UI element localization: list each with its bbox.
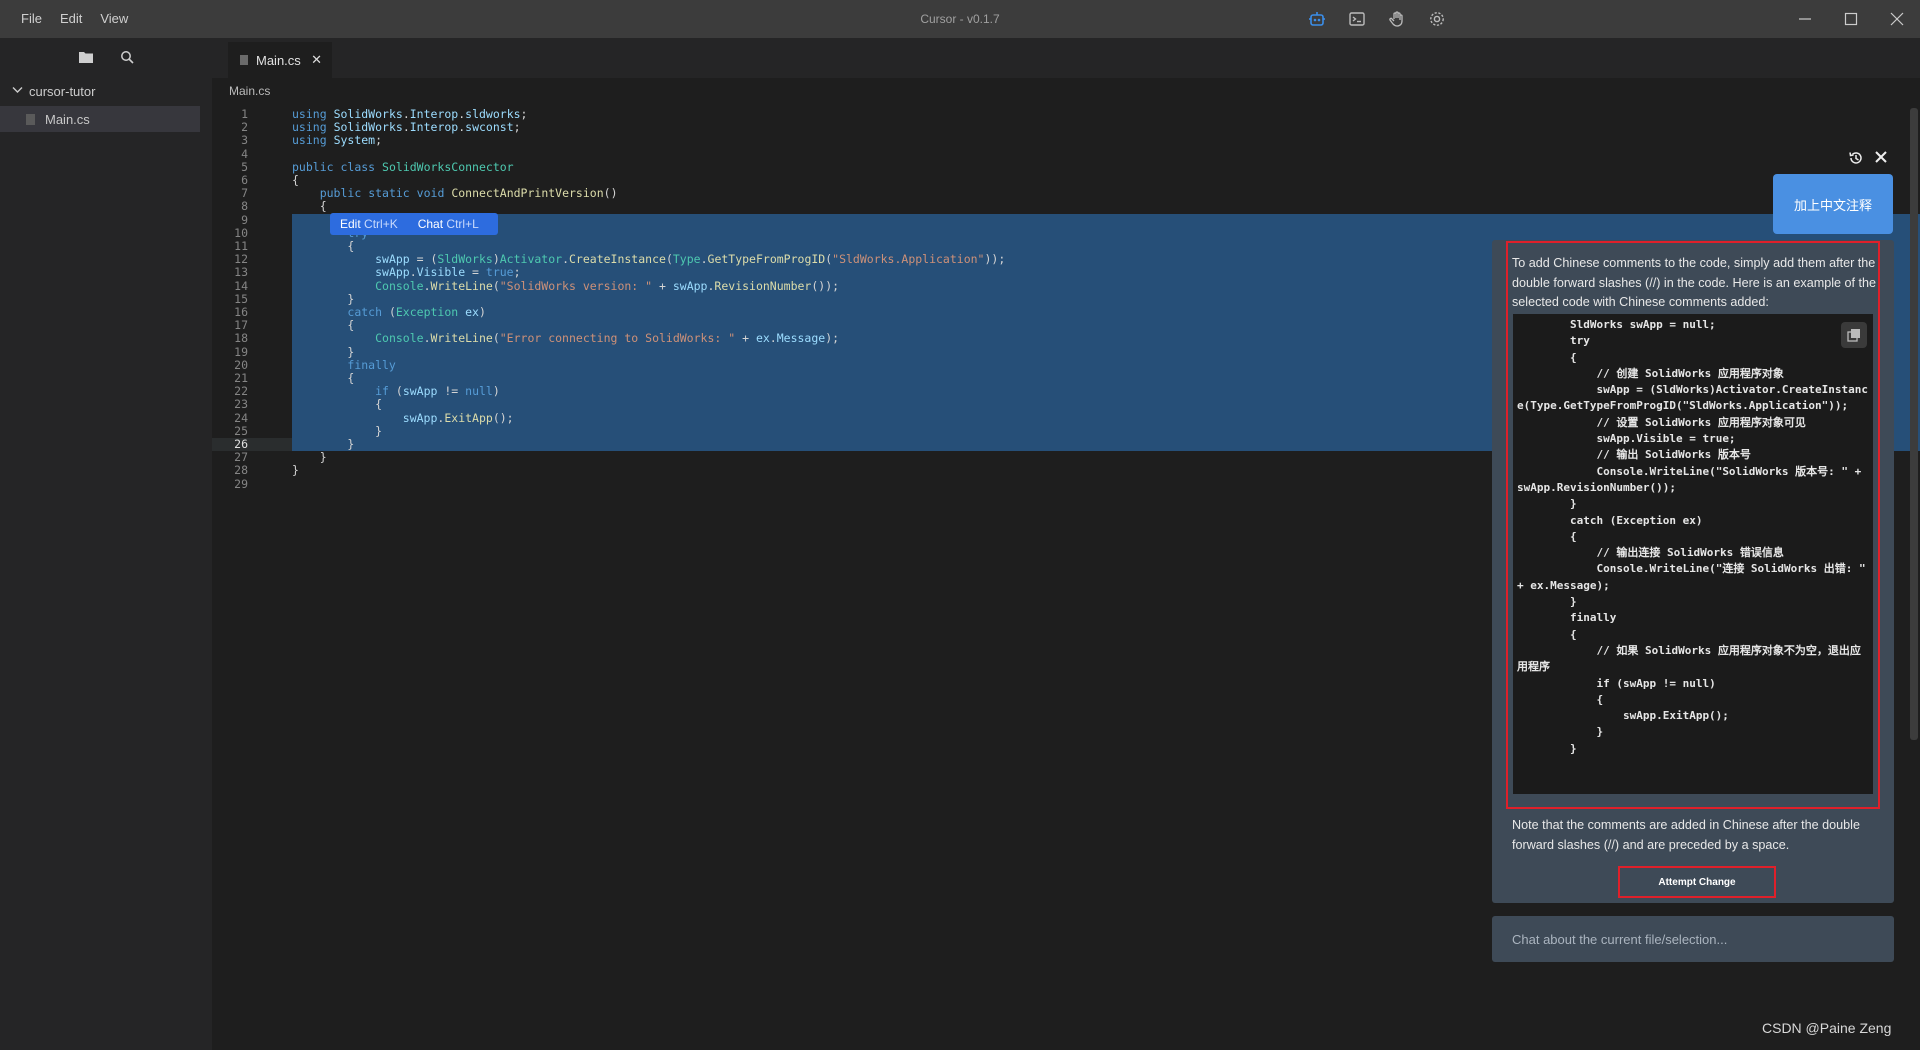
code-line[interactable]: 2 using SolidWorks.Interop.swconst; bbox=[212, 120, 1912, 134]
code-text: { bbox=[292, 199, 327, 214]
line-number: 3 bbox=[241, 133, 248, 148]
line-number: 19 bbox=[234, 344, 248, 359]
code-text: swApp.ExitApp(); bbox=[402, 410, 514, 425]
close-chat-icon[interactable] bbox=[1874, 150, 1888, 169]
response-code-block: SldWorks swApp = null; try { // 创建 Solid… bbox=[1513, 314, 1873, 794]
maximize-icon[interactable] bbox=[1828, 0, 1874, 38]
window-controls bbox=[1782, 0, 1920, 38]
chevron-down-icon bbox=[12, 85, 23, 97]
file-label: Main.cs bbox=[45, 111, 90, 127]
terminal-icon[interactable] bbox=[1344, 6, 1370, 32]
toolbar-icons bbox=[1304, 0, 1450, 38]
response-intro: To add Chinese comments to the code, sim… bbox=[1512, 256, 1877, 309]
line-number: 9 bbox=[241, 212, 248, 227]
line-number: 13 bbox=[234, 265, 248, 280]
response-note: Note that the comments are added in Chin… bbox=[1512, 818, 1860, 852]
menu-file[interactable]: File bbox=[12, 0, 51, 38]
folder-icon[interactable] bbox=[78, 50, 94, 67]
code-line[interactable]: 7 public static void ConnectAndPrintVers… bbox=[212, 186, 1912, 201]
attempt-change-button[interactable]: Attempt Change bbox=[1618, 866, 1776, 898]
line-number: 29 bbox=[234, 476, 248, 491]
file-icon bbox=[240, 55, 248, 65]
file-icon bbox=[26, 113, 35, 125]
folder-label: cursor-tutor bbox=[29, 83, 96, 99]
code-text: public class SolidWorksConnector bbox=[292, 159, 514, 174]
folder-cursor-tutor[interactable]: cursor-tutor bbox=[0, 80, 212, 102]
window-title: Cursor - v0.1.7 bbox=[920, 12, 1000, 26]
chat-header bbox=[1848, 150, 1888, 169]
tab-label: Main.cs bbox=[256, 52, 301, 68]
line-number: 8 bbox=[241, 199, 248, 214]
menu-bar: File Edit View bbox=[0, 0, 137, 38]
copy-icon[interactable] bbox=[1841, 322, 1867, 348]
menu-edit[interactable]: Edit bbox=[51, 0, 91, 38]
code-text: { bbox=[292, 397, 383, 412]
gear-icon[interactable] bbox=[1424, 6, 1450, 32]
response-code: SldWorks swApp = null; try { // 创建 Solid… bbox=[1517, 318, 1869, 755]
user-message: 加上中文注释 bbox=[1773, 174, 1893, 234]
line-number: 4 bbox=[241, 146, 248, 161]
search-icon[interactable] bbox=[120, 50, 134, 67]
chat-input[interactable] bbox=[1492, 916, 1894, 962]
code-line[interactable]: 8 { bbox=[212, 200, 1912, 213]
line-number: 18 bbox=[234, 331, 248, 346]
inline-chat-button[interactable]: Chat Ctrl+L bbox=[408, 217, 489, 231]
editor-scrollbar[interactable] bbox=[1910, 108, 1918, 740]
line-number: 14 bbox=[234, 278, 248, 293]
title-bar: File Edit View Cursor - v0.1.7 bbox=[0, 0, 1920, 38]
code-line[interactable]: 3 using System; bbox=[212, 134, 1912, 147]
code-text: Console.WriteLine("SolidWorks version: "… bbox=[375, 278, 840, 293]
tab-close-icon[interactable]: ✕ bbox=[311, 52, 322, 68]
code-text: } bbox=[292, 344, 355, 359]
code-text: using System; bbox=[292, 133, 383, 148]
code-text: public static void ConnectAndPrintVersio… bbox=[319, 186, 618, 201]
breadcrumb[interactable]: Main.cs bbox=[229, 84, 270, 98]
watermark: CSDN @Paine Zeng bbox=[1762, 1020, 1892, 1036]
minimize-icon[interactable] bbox=[1782, 0, 1828, 38]
robot-icon[interactable] bbox=[1304, 6, 1330, 32]
tab-bar: Main.cs ✕ bbox=[212, 38, 1920, 78]
inline-action-popup: Edit Ctrl+K Chat Ctrl+L bbox=[330, 213, 498, 235]
menu-view[interactable]: View bbox=[91, 0, 137, 38]
hand-icon[interactable] bbox=[1384, 6, 1410, 32]
line-number: 23 bbox=[234, 397, 248, 412]
close-icon[interactable] bbox=[1874, 0, 1920, 38]
line-number: 28 bbox=[234, 463, 248, 478]
file-main-cs[interactable]: Main.cs bbox=[0, 106, 200, 132]
code-line[interactable]: 5 public class SolidWorksConnector bbox=[212, 159, 1912, 174]
code-line[interactable]: 4 bbox=[212, 146, 1912, 161]
history-icon[interactable] bbox=[1848, 150, 1864, 169]
tab-main-cs[interactable]: Main.cs ✕ bbox=[228, 42, 332, 78]
inline-edit-button[interactable]: Edit Ctrl+K bbox=[330, 217, 408, 231]
line-number: 24 bbox=[234, 410, 248, 425]
code-text: Console.WriteLine("Error connecting to S… bbox=[375, 331, 840, 346]
sidebar-header bbox=[0, 38, 212, 78]
code-text: } bbox=[292, 463, 299, 478]
sidebar: cursor-tutor Main.cs bbox=[0, 38, 212, 1050]
